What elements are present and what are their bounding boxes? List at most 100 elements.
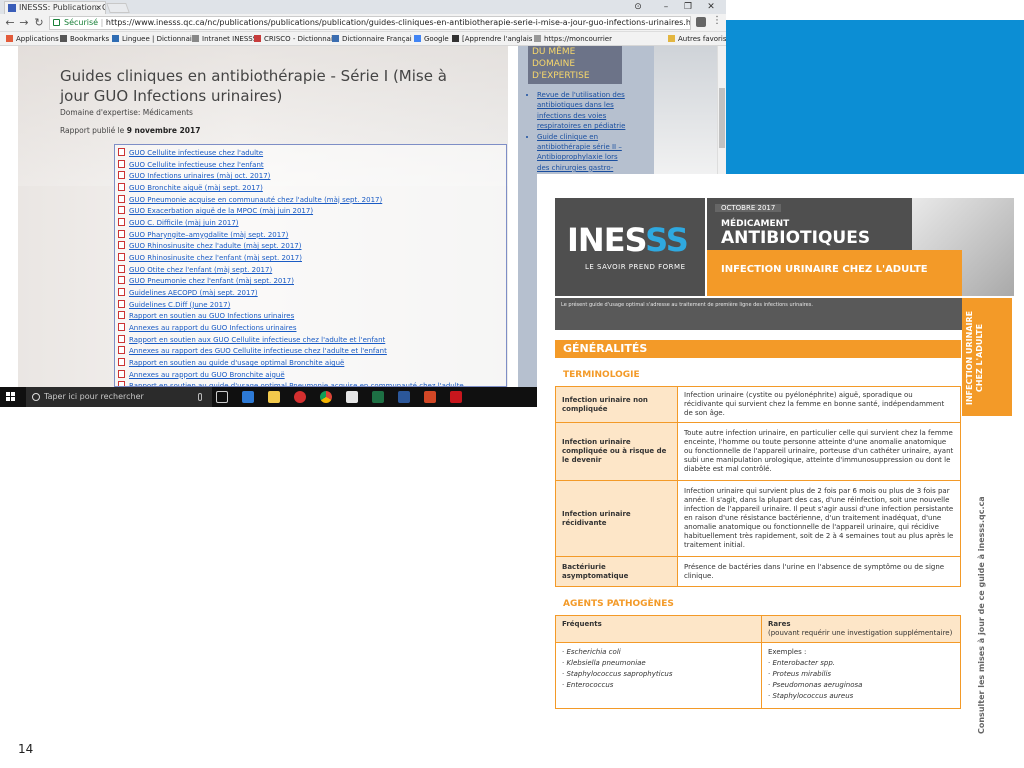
- document-link[interactable]: GUO Rhinosinusite chez l'enfant (màj sep…: [118, 253, 506, 265]
- inesss-logo: INESSS: [567, 221, 689, 259]
- bookmark-dictionnaire[interactable]: Dictionnaire Françai: [332, 32, 412, 45]
- powerpoint-icon[interactable]: [424, 391, 436, 403]
- word-icon[interactable]: [398, 391, 410, 403]
- document-link[interactable]: Guidelines C.Diff (June 2017): [118, 299, 506, 312]
- term-cell: Infection urinaire récidivante: [555, 480, 678, 557]
- star-icon: [60, 35, 67, 42]
- taskbar-search-input[interactable]: Taper ici pour rechercher: [26, 387, 212, 407]
- bookmark-google[interactable]: Google: [414, 32, 449, 45]
- apps-grid-icon: [6, 35, 13, 42]
- file-explorer-icon[interactable]: [268, 391, 280, 403]
- pdf-icon: [118, 218, 125, 227]
- terminology-table: Infection urinaire non compliquée Infecti…: [555, 386, 961, 587]
- tab-close-icon[interactable]: ×: [95, 2, 102, 14]
- pathogens-table: Fréquents Rares (pouvant requérir une inv…: [555, 615, 961, 709]
- app-red-icon[interactable]: [294, 391, 306, 403]
- pdf-icon: [118, 171, 125, 180]
- extension-icon[interactable]: [696, 17, 706, 27]
- logo-tagline: LE SAVOIR PREND FORME: [585, 263, 686, 271]
- document-link[interactable]: GUO Cellulite infectieuse chez l'enfant: [118, 159, 506, 172]
- minimize-button[interactable]: –: [655, 0, 677, 14]
- forward-arrow-icon[interactable]: →: [17, 16, 31, 30]
- store-icon[interactable]: [346, 391, 358, 403]
- sidebar-link[interactable]: Revue de l'utilisation des antibiotiques…: [537, 90, 632, 132]
- document-link[interactable]: GUO C. Difficile (màj juin 2017): [118, 218, 506, 230]
- address-bar[interactable]: Sécurisé | https://www.inesss.qc.ca/nc/p…: [49, 16, 691, 30]
- bookmark-apprendre[interactable]: [Apprendre l'anglais: [452, 32, 532, 45]
- pdf-icon: [118, 299, 125, 308]
- document-date: OCTOBRE 2017: [715, 204, 782, 212]
- windows-start-icon[interactable]: [6, 392, 16, 402]
- document-link[interactable]: GUO Otite chez l'enfant (màj sept. 2017): [118, 264, 506, 277]
- tab-bar: INESSS: Publication: Guid × ⊙ – ❐ ✕: [0, 0, 726, 14]
- maximize-button[interactable]: ❐: [677, 0, 699, 14]
- back-arrow-icon[interactable]: ←: [3, 16, 17, 30]
- definition-cell: Infection urinaire (cystite ou pyélonéph…: [677, 386, 961, 423]
- document-link[interactable]: Rapport en soutien au GUO Infections uri…: [118, 311, 506, 323]
- pdf-icon: [118, 206, 125, 215]
- sidebar-photo: [654, 46, 718, 186]
- document-link[interactable]: Rapport en soutien aux GUO Cellulite inf…: [118, 334, 506, 347]
- sidebar-links: Revue de l'utilisation des antibiotiques…: [528, 90, 632, 184]
- folder-icon: [668, 35, 675, 42]
- document-link[interactable]: GUO Cellulite infectieuse chez l'adulte: [118, 148, 506, 160]
- chrome-menu-icon[interactable]: ⋮: [712, 15, 722, 26]
- document-link[interactable]: GUO Pneumonie chez l'enfant (màj sept. 2…: [118, 276, 506, 288]
- frequent-list: · Escherichia coli · Klebsiella pneumoni…: [555, 642, 762, 709]
- term-cell: Infection urinaire compliquée ou à risqu…: [555, 422, 678, 481]
- reload-icon[interactable]: ↻: [32, 16, 46, 30]
- definition-cell: Infection urinaire qui survient plus de …: [677, 480, 961, 557]
- bookmark-crisco[interactable]: CRISCO - Dictionnai: [254, 32, 333, 45]
- pdf-icon: [118, 183, 125, 192]
- document-link[interactable]: GUO Infections urinaires (màj oct. 2017): [118, 171, 506, 183]
- bookmark-intranet[interactable]: Intranet INESSS: [192, 32, 257, 45]
- tab-title: INESSS: Publication: Guid: [19, 3, 105, 12]
- new-tab-button[interactable]: [106, 3, 130, 13]
- pdf-icon: [118, 334, 125, 343]
- bookmark-autres-favoris[interactable]: Autres favoris: [668, 32, 726, 45]
- definition-cell: Présence de bactéries dans l'urine en l'…: [677, 556, 961, 587]
- pdf-icon: [118, 148, 125, 156]
- subsection-agents: AGENTS PATHOGÈNES: [563, 599, 674, 609]
- bookmark-moncourrier[interactable]: https://moncourrier: [534, 32, 612, 45]
- report-date: Rapport publié le 9 novembre 2017: [60, 126, 201, 135]
- document-link[interactable]: Rapport en soutien au guide d'usage opti…: [118, 358, 506, 370]
- close-window-button[interactable]: ✕: [700, 0, 722, 14]
- document-link[interactable]: GUO Pharyngite–amygdalite (màj sept. 201…: [118, 229, 506, 242]
- chrome-icon[interactable]: [320, 391, 332, 403]
- task-view-icon[interactable]: [216, 391, 228, 403]
- lock-icon: [53, 19, 60, 26]
- browser-tab[interactable]: INESSS: Publication: Guid ×: [4, 1, 106, 14]
- inesss-favicon-icon: [8, 4, 16, 12]
- document-link[interactable]: GUO Bronchite aiguë (màj sept. 2017): [118, 183, 506, 195]
- acrobat-icon[interactable]: [450, 391, 462, 403]
- document-link[interactable]: Annexes au rapport des GUO Cellulite inf…: [118, 346, 506, 358]
- bookmark-bookmarks[interactable]: Bookmarks: [60, 32, 109, 45]
- document-link[interactable]: Annexes au rapport du GUO Bronchite aigu…: [118, 369, 506, 382]
- profile-icon[interactable]: ⊙: [627, 0, 649, 14]
- slide-page-number: 14: [18, 742, 34, 756]
- document-link[interactable]: Annexes au rapport du GUO Infections uri…: [118, 323, 506, 335]
- excel-icon[interactable]: [372, 391, 384, 403]
- edge-icon[interactable]: [242, 391, 254, 403]
- bookmark-linguee[interactable]: Linguee | Dictionnai: [112, 32, 192, 45]
- pdf-icon: [118, 253, 125, 262]
- document-link[interactable]: GUO Exacerbation aiguë de la MPOC (màj j…: [118, 206, 506, 218]
- document-subject: ANTIBIOTIQUES: [721, 228, 871, 248]
- pdf-icon: [118, 311, 125, 320]
- pdf-icon: [118, 241, 125, 250]
- blue-background-block: [726, 20, 1024, 174]
- document-link[interactable]: Guidelines AECOPD (màj sept. 2017): [118, 288, 506, 300]
- microphone-icon[interactable]: [198, 393, 202, 401]
- bookmark-apps[interactable]: Applications: [6, 32, 59, 45]
- crisco-icon: [254, 35, 261, 42]
- secure-label: Sécurisé: [64, 18, 99, 27]
- page-icon: [452, 35, 459, 42]
- document-link[interactable]: GUO Rhinosinusite chez l'adulte (màj sep…: [118, 241, 506, 253]
- dictionary-icon: [332, 35, 339, 42]
- scrollbar-thumb[interactable]: [719, 88, 725, 148]
- document-link[interactable]: GUO Pneumonie acquise en communauté chez…: [118, 194, 506, 207]
- page-title: Guides cliniques en antibiothérapie - Sé…: [60, 67, 447, 105]
- pdf-icon: [118, 288, 125, 297]
- url-text: https://www.inesss.qc.ca/nc/publications…: [105, 18, 691, 27]
